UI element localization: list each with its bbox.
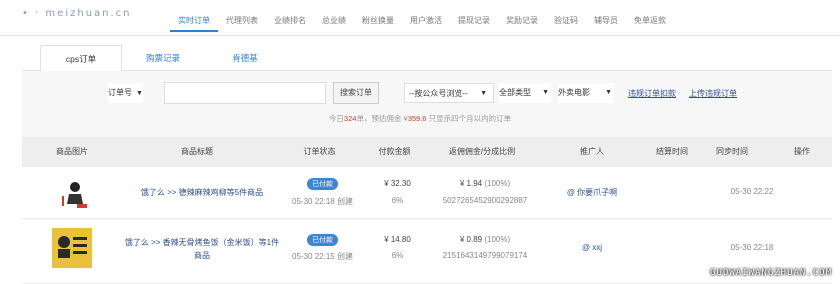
status-badge: 已付款 [307,178,338,190]
col-payment-amount: 付款金额 [378,147,411,156]
commission-ratio: 6% [391,196,404,205]
top-bar: • · meizhuan.cn 实时订单 代理列表 业绩排名 总业绩 粉丝换量 … [0,0,840,38]
logo[interactable]: • · meizhuan.cn [22,8,132,19]
product-image-1 [54,174,94,214]
payment-amount: ¥ 14.80 [384,235,411,244]
nav-item-ranking[interactable]: 业绩排名 [266,10,314,32]
order-number: 5027265452900292887 [442,196,528,205]
col-order-status: 订单状态 [303,147,336,156]
summary-mid: 单，预估佣金 ¥ [356,114,408,123]
tab-cps-orders[interactable]: cps订单 [40,45,122,71]
commission-amount: ¥ 1.94 (100%) [430,179,540,188]
account-filter-value: --按公众号浏览-- [409,89,468,98]
nav-item-counselor[interactable]: 辅导员 [586,10,626,32]
order-created-time: 05-30 22:18 创建 [292,197,353,206]
product-image [54,174,94,214]
order-summary: 今日324单，预估佣金 ¥359.6 只显示四个月以内的订单 [0,113,840,124]
nav-item-agent-list[interactable]: 代理列表 [218,10,266,32]
nav-divider [0,35,840,36]
orders-table-header: 商品图片 商品标题 订单状态 付款金额 返佣佣金/分成比例 推广人 结算时间 同… [22,137,832,167]
vendor-filter-value: 外卖电影 [558,88,590,97]
commission-share: (100%) [484,179,511,188]
nav-item-free-refund[interactable]: 免单返款 [626,10,674,32]
promoter-link[interactable]: @ 你要爪子啊 [542,187,642,198]
summary-suffix: 只显示四个月以内的订单 [426,114,512,123]
product-title[interactable]: 饿了么 >> 德辣麻辣鸡柳等5件商品 [127,187,277,198]
category-filter-value: 全部类型 [499,88,531,97]
order-type-value: 订单号 [108,88,132,97]
watermark: GUOWAIWANGZHUAN.COM [710,268,832,278]
nav-item-total-performance[interactable]: 总业绩 [314,10,354,32]
order-created-time: 05-30 22:15 创建 [292,252,353,261]
summary-amount: 359.6 [407,114,427,123]
chevron-down-icon: ▼ [542,89,549,96]
nav-item-fan-exchange[interactable]: 粉丝换量 [354,10,402,32]
col-sync-time: 同步时间 [716,147,748,156]
search-orders-button[interactable]: 搜索订单 [333,82,379,104]
nav-item-reward-records[interactable]: 奖励记录 [498,10,546,32]
status-badge: 已付款 [307,234,338,246]
upload-violation-link[interactable]: 上传违规订单 [689,88,737,99]
nav-item-realtime-orders[interactable]: 实时订单 [170,10,218,32]
violation-deduction-link[interactable]: 违规订单扣款 [628,88,676,99]
search-input[interactable] [164,82,326,104]
col-product-title: 商品标题 [181,147,213,156]
commission-value: ¥ 1.94 [459,179,483,188]
vendor-filter-select[interactable]: 外卖电影 ▼ [558,83,614,103]
tab-kfc[interactable]: 肯德基 [204,45,286,71]
chevron-down-icon: ▼ [480,90,487,97]
chevron-down-icon: ▼ [136,90,143,97]
summary-count: 324 [343,114,357,123]
order-number: 2151643149799079174 [442,251,528,260]
chevron-down-icon: ▼ [605,89,612,96]
order-tabs: cps订单 购票记录 肯德基 [40,45,286,71]
sync-time: 05-30 22:18 [730,243,774,252]
commission-amount: ¥ 0.89 (100%) [430,235,540,244]
sync-time: 05-30 22:22 [730,187,774,196]
commission-ratio: 6% [391,251,404,260]
main-nav: 实时订单 代理列表 业绩排名 总业绩 粉丝换量 用户激活 提现记录 奖励记录 验… [170,10,674,32]
table-row: 饿了么 >> 德辣麻辣鸡柳等5件商品 已付款 05-30 22:18 创建 ¥ … [22,167,832,219]
commission-share: (100%) [484,235,511,244]
nav-item-verify-code[interactable]: 验证码 [546,10,586,32]
account-filter-select[interactable]: --按公众号浏览-- ▼ [404,83,494,103]
col-actions: 操作 [794,147,810,156]
col-promoter: 推广人 [580,147,604,156]
tab-ticket-records[interactable]: 购票记录 [122,45,204,71]
product-image [52,228,92,268]
order-type-select[interactable]: 订单号 ▼ [108,83,143,103]
nav-item-withdraw-records[interactable]: 提现记录 [450,10,498,32]
category-filter-select[interactable]: 全部类型 ▼ [499,83,551,103]
nav-item-user-activation[interactable]: 用户激活 [402,10,450,32]
commission-value: ¥ 0.89 [459,235,483,244]
promoter-link[interactable]: @ xxj [542,243,642,252]
order-status: 已付款 [280,178,365,190]
product-title[interactable]: 饿了么 >> 香辣无骨烤鱼饭（金米饭）等1件商品 [122,236,282,262]
summary-prefix: 今日 [328,114,344,123]
payment-amount: ¥ 32.30 [384,179,411,188]
order-status: 已付款 [280,234,365,246]
col-product-image: 商品图片 [56,147,88,156]
product-image-2 [52,228,92,268]
col-commission: 返佣佣金/分成比例 [448,147,516,156]
